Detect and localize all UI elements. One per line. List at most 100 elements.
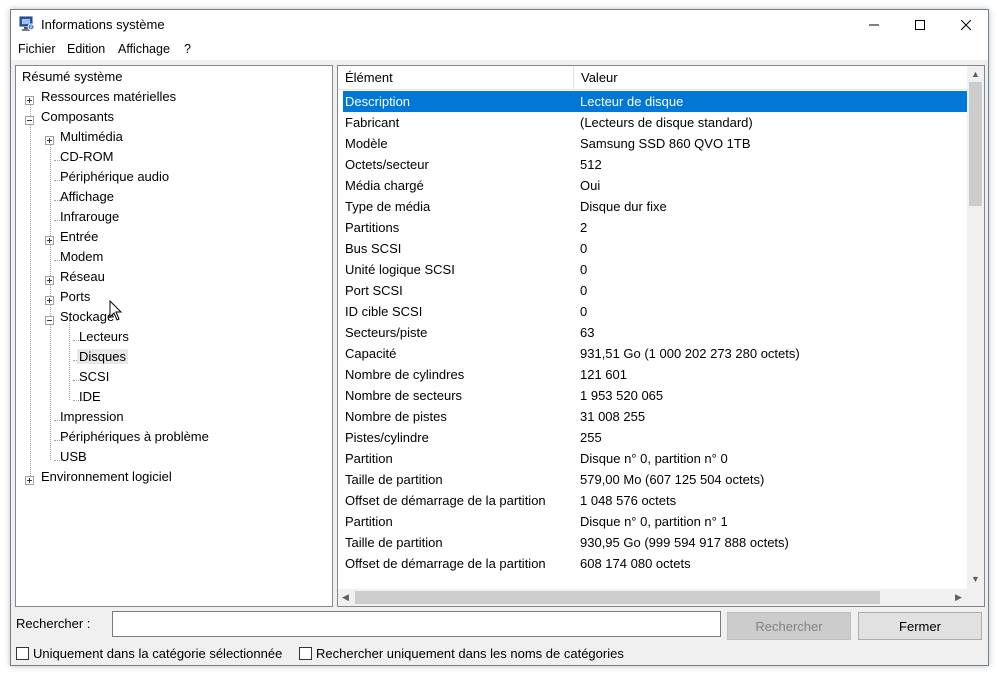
table-row[interactable]: Modèle Samsung SSD 860 QVO 1TB: [343, 133, 967, 154]
search-input[interactable]: [112, 611, 721, 637]
menu-help[interactable]: ?: [181, 42, 194, 56]
category-only-checkbox[interactable]: [16, 646, 29, 660]
table-row[interactable]: Nombre de pistes 31 008 255: [343, 406, 967, 427]
table-row[interactable]: ID cible SCSI 0: [343, 301, 967, 322]
option-names-only[interactable]: Rechercher uniquement dans les noms de c…: [299, 644, 624, 662]
cell-element: Offset de démarrage de la partition: [345, 493, 546, 508]
minimize-icon: [869, 24, 879, 26]
cell-element: Taille de partition: [345, 535, 443, 550]
column-header-valeur[interactable]: Valeur: [574, 66, 618, 90]
tree-item-ressources-materielles[interactable]: Ressources matérielles: [39, 88, 178, 106]
collapse-icon[interactable]: [45, 316, 54, 325]
cell-element: Capacité: [345, 346, 397, 361]
table-row[interactable]: Octets/secteur 512: [343, 154, 967, 175]
tree-item-disques[interactable]: Disques: [77, 348, 128, 366]
table-row[interactable]: Nombre de cylindres 121 601: [343, 364, 967, 385]
cell-value: 0: [580, 283, 588, 298]
tree-item-environnement-logiciel[interactable]: Environnement logiciel: [39, 468, 174, 486]
cell-element: Pistes/cylindre: [345, 430, 429, 445]
category-tree[interactable]: Résumé système Ressources matérielles Co…: [15, 65, 333, 607]
table-row[interactable]: Secteurs/piste 63: [343, 322, 967, 343]
tree-item-stockage[interactable]: Stockage: [58, 308, 116, 326]
expand-icon[interactable]: [45, 136, 54, 145]
table-row[interactable]: Offset de démarrage de la partition 608 1…: [343, 553, 967, 574]
cell-element: Bus SCSI: [345, 241, 402, 256]
table-row[interactable]: Capacité 931,51 Go (1 000 202 273 280 oct…: [343, 343, 967, 364]
tree-item-lecteurs[interactable]: Lecteurs: [77, 328, 131, 346]
cell-value: 608 174 080 octets: [580, 556, 691, 571]
tree-item-affichage[interactable]: Affichage: [58, 188, 116, 206]
cell-element: Unité logique SCSI: [345, 262, 455, 277]
close-window-button[interactable]: [943, 10, 989, 40]
tree-item-usb[interactable]: USB: [58, 448, 89, 466]
cell-element: Port SCSI: [345, 283, 403, 298]
table-row[interactable]: Partition Disque n° 0, partition n° 1: [343, 511, 967, 532]
tree-item-ports[interactable]: Ports: [58, 288, 92, 306]
expand-icon[interactable]: [45, 296, 54, 305]
title-bar[interactable]: Informations système: [11, 10, 988, 40]
cell-value: 512: [580, 157, 602, 172]
table-row[interactable]: Taille de partition 930,95 Go (999 594 91…: [343, 532, 967, 553]
table-row[interactable]: Média chargé Oui: [343, 175, 967, 196]
close-button[interactable]: Fermer: [858, 612, 982, 640]
table-row[interactable]: Port SCSI 0: [343, 280, 967, 301]
horizontal-scroll-thumb[interactable]: [355, 591, 880, 604]
names-only-checkbox[interactable]: [299, 646, 312, 660]
system-info-window: Informations système Fichier Edition Aff…: [10, 9, 989, 666]
table-row[interactable]: Taille de partition 579,00 Mo (607 125 50…: [343, 469, 967, 490]
tree-item-infrarouge[interactable]: Infrarouge: [58, 208, 121, 226]
list-header: Élément Valeur: [338, 66, 968, 90]
expand-icon[interactable]: [45, 276, 54, 285]
table-row[interactable]: Pistes/cylindre 255: [343, 427, 967, 448]
tree-item-reseau[interactable]: Réseau: [58, 268, 107, 286]
scroll-down-icon[interactable]: ▼: [971, 575, 980, 584]
tree-item-impression[interactable]: Impression: [58, 408, 126, 426]
tree-item-composants[interactable]: Composants: [39, 108, 116, 126]
column-header-element[interactable]: Élément: [338, 66, 393, 90]
cell-value: 0: [580, 304, 588, 319]
tree-item-scsi[interactable]: SCSI: [77, 368, 111, 386]
cell-value: 63: [580, 325, 595, 340]
scroll-up-icon[interactable]: ▲: [971, 70, 980, 79]
menu-fichier[interactable]: Fichier: [15, 42, 59, 56]
tree-item-resume-systeme[interactable]: Résumé système: [20, 68, 124, 86]
option-category-only[interactable]: Uniquement dans la catégorie sélectionné…: [16, 644, 282, 662]
table-row[interactable]: Description Lecteur de disque: [343, 91, 967, 112]
find-button[interactable]: Rechercher: [727, 612, 851, 640]
cell-element: Nombre de pistes: [345, 409, 447, 424]
table-row[interactable]: Partition Disque n° 0, partition n° 0: [343, 448, 967, 469]
collapse-icon[interactable]: [25, 116, 34, 125]
horizontal-scrollbar[interactable]: ◀ ▶: [338, 589, 969, 606]
table-row[interactable]: Offset de démarrage de la partition 1 048…: [343, 490, 967, 511]
details-list[interactable]: Élément Valeur Description Lecteur de dis…: [337, 65, 985, 607]
cell-element: ID cible SCSI: [345, 304, 423, 319]
cell-value: 0: [580, 241, 588, 256]
vertical-scroll-thumb[interactable]: [969, 82, 982, 206]
table-row[interactable]: Bus SCSI 0: [343, 238, 967, 259]
scrollbar-corner: [967, 589, 984, 606]
table-row[interactable]: Partitions 2: [343, 217, 967, 238]
table-row[interactable]: Type de média Disque dur fixe: [343, 196, 967, 217]
table-row[interactable]: Fabricant (Lecteurs de disque standard): [343, 112, 967, 133]
tree-item-ide[interactable]: IDE: [77, 388, 103, 406]
tree-item-multimedia[interactable]: Multimédia: [58, 128, 125, 146]
tree-item-cd-rom[interactable]: CD-ROM: [58, 148, 115, 166]
table-row[interactable]: Nombre de secteurs 1 953 520 065: [343, 385, 967, 406]
tree-item-entree[interactable]: Entrée: [58, 228, 100, 246]
expand-icon[interactable]: [45, 236, 54, 245]
table-row[interactable]: Unité logique SCSI 0: [343, 259, 967, 280]
tree-item-modem[interactable]: Modem: [58, 248, 105, 266]
vertical-scrollbar[interactable]: ▲ ▼: [967, 66, 984, 589]
scroll-left-icon[interactable]: ◀: [342, 593, 349, 602]
tree-item-peripheriques-a-probleme[interactable]: Périphériques à problème: [58, 428, 211, 446]
cell-value: Disque n° 0, partition n° 1: [580, 514, 728, 529]
scroll-right-icon[interactable]: ▶: [955, 593, 962, 602]
menu-affichage[interactable]: Affichage: [115, 42, 173, 56]
minimize-button[interactable]: [851, 10, 897, 40]
expand-icon[interactable]: [25, 96, 34, 105]
maximize-button[interactable]: [897, 10, 943, 40]
tree-item-peripherique-audio[interactable]: Périphérique audio: [58, 168, 171, 186]
menu-edition[interactable]: Edition: [64, 42, 108, 56]
cell-element: Partition: [345, 514, 393, 529]
expand-icon[interactable]: [25, 476, 34, 485]
